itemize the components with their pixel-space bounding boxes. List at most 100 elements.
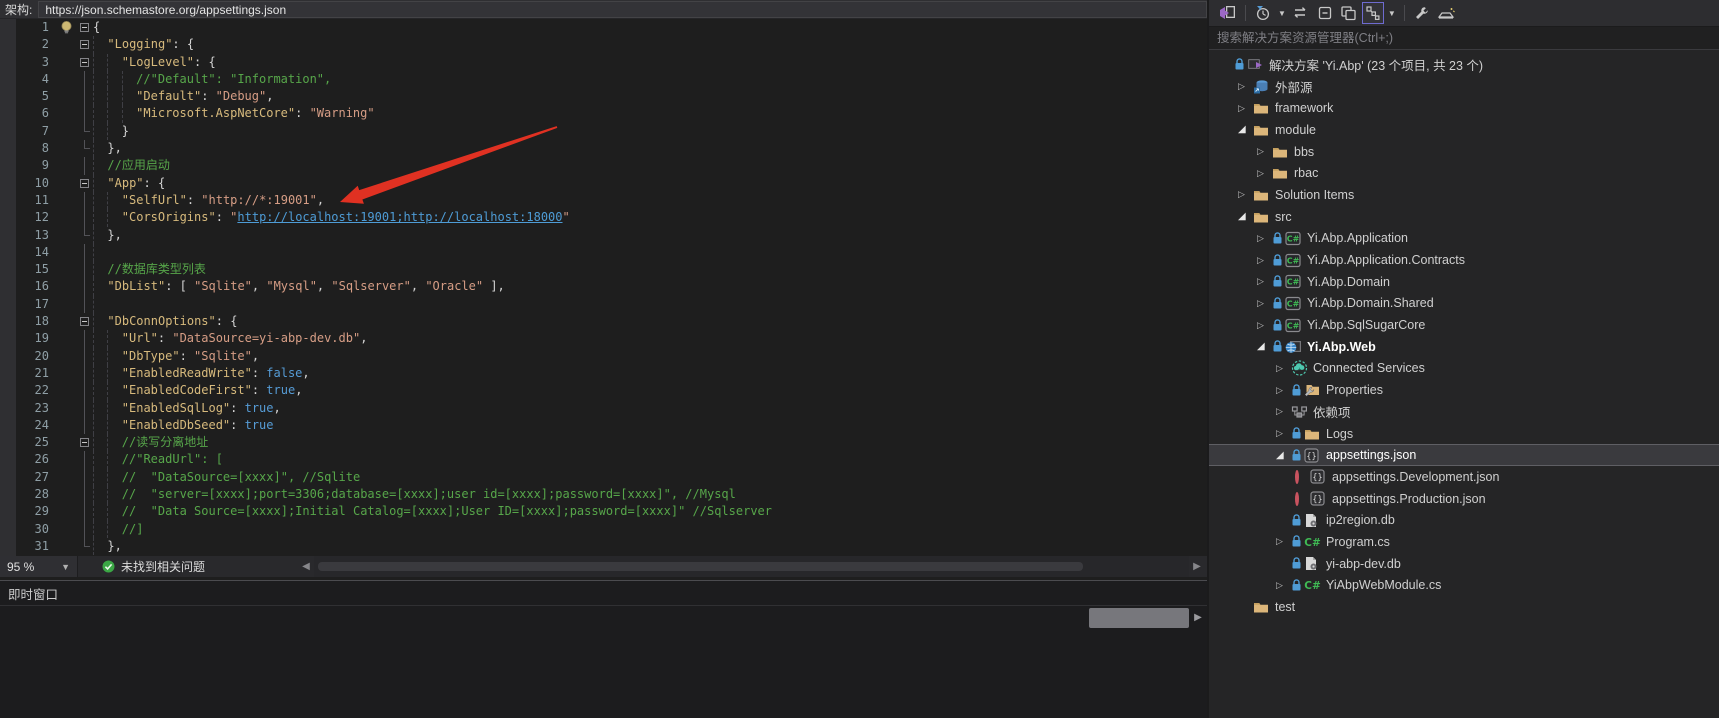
tree-item-yi.abp.sqlsugarcore[interactable]: ▷C#Yi.Abp.SqlSugarCore [1209, 314, 1719, 336]
code-line-14[interactable]: 14 [0, 244, 1207, 261]
search-input[interactable] [1209, 27, 1719, 49]
immediate-window-scroll-right-icon[interactable]: ▶ [1191, 608, 1205, 628]
tree-item-yi.abp.application[interactable]: ▷C#Yi.Abp.Application [1209, 228, 1719, 250]
tree-item-module[interactable]: ◢module [1209, 119, 1719, 141]
horizontal-scrollbar[interactable]: ◀ ▶ [298, 556, 1205, 577]
expand-arrow-icon[interactable]: ▷ [1257, 276, 1272, 287]
code-line-20[interactable]: 20"DbType": "Sqlite", [0, 348, 1207, 365]
quick-actions-lightbulb-icon[interactable] [58, 19, 78, 36]
code-line-8[interactable]: 8}, [0, 140, 1207, 157]
fold-toggle-icon[interactable] [78, 36, 93, 53]
code-line-21[interactable]: 21"EnabledReadWrite": false, [0, 365, 1207, 382]
zoom-dropdown[interactable]: 95 % ▼ [0, 556, 78, 577]
code-line-1[interactable]: 1{ [0, 19, 1207, 36]
expand-arrow-icon[interactable]: ▷ [1257, 168, 1272, 179]
tree-item-test[interactable]: test [1209, 596, 1719, 618]
document-health-indicator[interactable]: 未找到相关问题 [102, 558, 205, 575]
code-line-23[interactable]: 23"EnabledSqlLog": true, [0, 400, 1207, 417]
sync-active-document-icon[interactable] [1290, 2, 1312, 24]
filter-icon[interactable] [1252, 2, 1274, 24]
collapse-arrow-icon[interactable]: ◢ [1257, 341, 1272, 352]
breakpoint-margin[interactable] [0, 19, 16, 556]
scrollbar-track[interactable] [314, 556, 1189, 577]
code-line-26[interactable]: 26//"ReadUrl": [ [0, 451, 1207, 468]
switch-views-icon[interactable] [1217, 2, 1239, 24]
tree-item-yi-abp-dev.db[interactable]: yi-abp-dev.db [1209, 553, 1719, 575]
code-line-11[interactable]: 11"SelfUrl": "http://*:19001", [0, 192, 1207, 209]
code-line-25[interactable]: 25//读写分离地址 [0, 434, 1207, 451]
tree-item-logs[interactable]: ▷Logs [1209, 423, 1719, 445]
tree-item-solution-items[interactable]: ▷Solution Items [1209, 184, 1719, 206]
expand-arrow-icon[interactable]: ▷ [1276, 385, 1291, 396]
code-line-30[interactable]: 30//] [0, 521, 1207, 538]
code-line-24[interactable]: 24"EnabledDbSeed": true [0, 417, 1207, 434]
code-line-28[interactable]: 28// "server=[xxxx];port=3306;database=[… [0, 486, 1207, 503]
scrollbar-thumb[interactable] [318, 562, 1083, 571]
code-line-10[interactable]: 10"App": { [0, 175, 1207, 192]
show-all-files-icon[interactable] [1338, 2, 1360, 24]
code-line-15[interactable]: 15//数据库类型列表 [0, 261, 1207, 278]
expand-arrow-icon[interactable]: ▷ [1257, 298, 1272, 309]
collapse-arrow-icon[interactable]: ◢ [1238, 211, 1253, 222]
tree-item--[interactable]: ▷外部源 [1209, 76, 1719, 98]
code-line-22[interactable]: 22"EnabledCodeFirst": true, [0, 382, 1207, 399]
code-line-6[interactable]: 6"Microsoft.AspNetCore": "Warning" [0, 105, 1207, 122]
expand-arrow-icon[interactable]: ▷ [1276, 406, 1291, 417]
tree-item-yi.abp.domain.shared[interactable]: ▷C#Yi.Abp.Domain.Shared [1209, 293, 1719, 315]
tree-item-framework[interactable]: ▷framework [1209, 97, 1719, 119]
tree-item--[interactable]: ▷依赖项 [1209, 401, 1719, 423]
fold-toggle-icon[interactable] [78, 19, 93, 36]
tree-item-appsettings.development.json[interactable]: {}appsettings.Development.json [1209, 466, 1719, 488]
tree-item-appsettings.production.json[interactable]: {}appsettings.Production.json [1209, 488, 1719, 510]
collapse-arrow-icon[interactable]: ◢ [1276, 450, 1291, 461]
tree-item-yi.abp.web[interactable]: ◢Yi.Abp.Web [1209, 336, 1719, 358]
fold-toggle-icon[interactable] [78, 54, 93, 71]
code-line-3[interactable]: 3"LogLevel": { [0, 54, 1207, 71]
fold-toggle-icon[interactable] [78, 434, 93, 451]
properties-wrench-icon[interactable] [1411, 2, 1433, 24]
code-line-7[interactable]: 7} [0, 123, 1207, 140]
code-editor[interactable]: 1{2"Logging": {3"LogLevel": {4//"Default… [0, 19, 1207, 556]
immediate-window-scrollbar-thumb[interactable] [1089, 608, 1189, 628]
tree-item--yi.abp-23-23-[interactable]: 解决方案 'Yi.Abp' (23 个项目, 共 23 个) [1209, 54, 1719, 76]
expand-arrow-icon[interactable]: ▷ [1276, 428, 1291, 439]
code-line-17[interactable]: 17 [0, 296, 1207, 313]
expand-arrow-icon[interactable]: ▷ [1257, 233, 1272, 244]
code-line-2[interactable]: 2"Logging": { [0, 36, 1207, 53]
code-line-18[interactable]: 18"DbConnOptions": { [0, 313, 1207, 330]
code-line-27[interactable]: 27// "DataSource=[xxxx]", //Sqlite [0, 469, 1207, 486]
code-line-5[interactable]: 5"Default": "Debug", [0, 88, 1207, 105]
expand-arrow-icon[interactable]: ▷ [1257, 146, 1272, 157]
scroll-left-icon[interactable]: ◀ [298, 561, 314, 572]
immediate-window-title[interactable]: 即时窗口 [0, 581, 1207, 606]
schema-url-combobox[interactable]: https://json.schemastore.org/appsettings… [38, 1, 1207, 18]
code-line-16[interactable]: 16"DbList": [ "Sqlite", "Mysql", "Sqlser… [0, 278, 1207, 295]
tree-item-appsettings.json[interactable]: ◢{}appsettings.json [1209, 444, 1719, 466]
track-active-item-icon[interactable] [1362, 2, 1384, 24]
tree-item-bbs[interactable]: ▷bbs [1209, 141, 1719, 163]
code-line-4[interactable]: 4//"Default": "Information", [0, 71, 1207, 88]
tree-item-rbac[interactable]: ▷rbac [1209, 162, 1719, 184]
code-line-19[interactable]: 19"Url": "DataSource=yi-abp-dev.db", [0, 330, 1207, 347]
tree-item-properties[interactable]: ▷Properties [1209, 379, 1719, 401]
expand-arrow-icon[interactable]: ▷ [1238, 81, 1253, 92]
fold-toggle-icon[interactable] [78, 313, 93, 330]
expand-arrow-icon[interactable]: ▷ [1276, 580, 1291, 591]
tree-item-yi.abp.domain[interactable]: ▷C#Yi.Abp.Domain [1209, 271, 1719, 293]
chevron-down-icon[interactable]: ▼ [1276, 9, 1288, 18]
tree-item-yiabpwebmodule.cs[interactable]: ▷C#YiAbpWebModule.cs [1209, 575, 1719, 597]
code-line-12[interactable]: 12"CorsOrigins": "http://localhost:19001… [0, 209, 1207, 226]
tree-item-src[interactable]: ◢src [1209, 206, 1719, 228]
collapse-arrow-icon[interactable]: ◢ [1238, 124, 1253, 135]
collapse-all-icon[interactable] [1314, 2, 1336, 24]
expand-arrow-icon[interactable]: ▷ [1276, 536, 1291, 547]
preview-selected-items-icon[interactable] [1435, 2, 1457, 24]
code-line-31[interactable]: 31}, [0, 538, 1207, 555]
scroll-right-icon[interactable]: ▶ [1189, 561, 1205, 572]
code-line-29[interactable]: 29// "Data Source=[xxxx];Initial Catalog… [0, 503, 1207, 520]
tree-item-ip2region.db[interactable]: ip2region.db [1209, 509, 1719, 531]
chevron-down-icon[interactable]: ▼ [1386, 9, 1398, 18]
code-line-13[interactable]: 13}, [0, 227, 1207, 244]
code-line-9[interactable]: 9//应用启动 [0, 157, 1207, 174]
expand-arrow-icon[interactable]: ▷ [1238, 103, 1253, 114]
